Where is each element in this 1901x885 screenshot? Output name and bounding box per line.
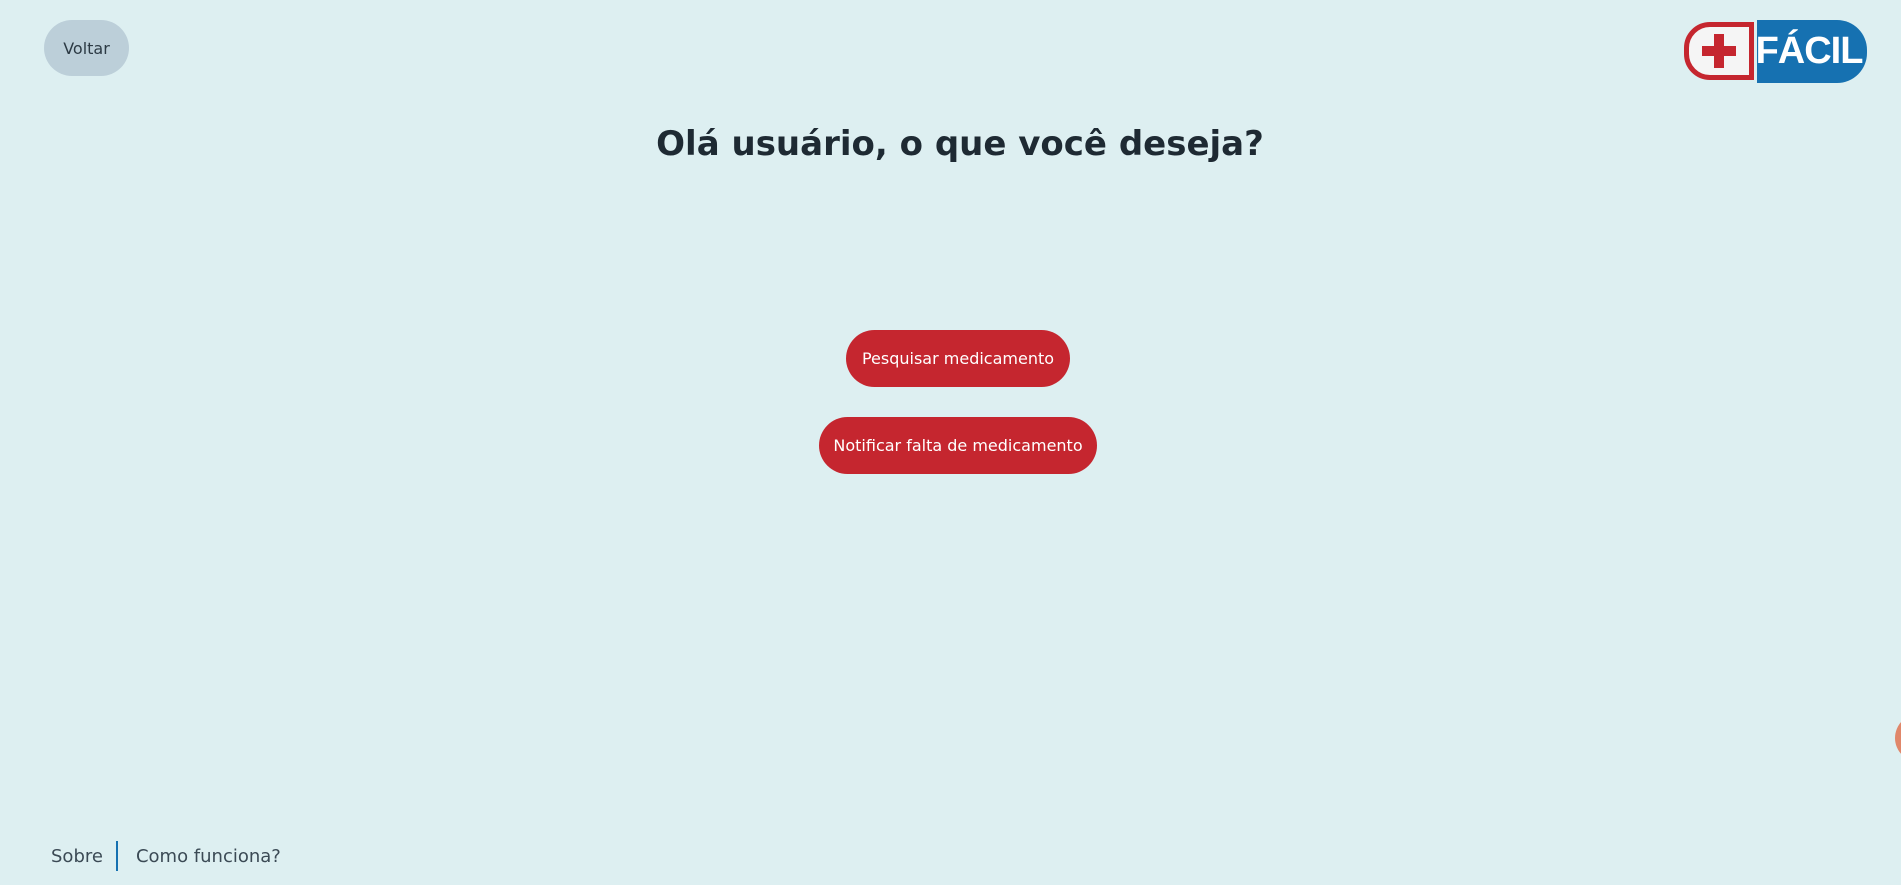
notify-shortage-button[interactable]: Notificar falta de medicamento [819, 417, 1097, 474]
chat-widget-icon[interactable] [1895, 714, 1901, 762]
logo-text: FÁCIL [1756, 20, 1867, 83]
page-title: Olá usuário, o que você deseja? [656, 124, 1264, 164]
footer-divider [115, 841, 118, 871]
footer-nav: Sobre Como funciona? [51, 841, 281, 871]
plus-icon [1684, 22, 1754, 80]
search-medication-button[interactable]: Pesquisar medicamento [846, 330, 1070, 387]
page: Voltar FÁCIL Olá usuário, o que você des… [0, 0, 1901, 885]
back-button[interactable]: Voltar [44, 20, 129, 76]
app-logo[interactable]: FÁCIL [1684, 20, 1874, 83]
footer-link-about[interactable]: Sobre [51, 846, 103, 867]
footer-link-how-it-works[interactable]: Como funciona? [136, 846, 281, 867]
